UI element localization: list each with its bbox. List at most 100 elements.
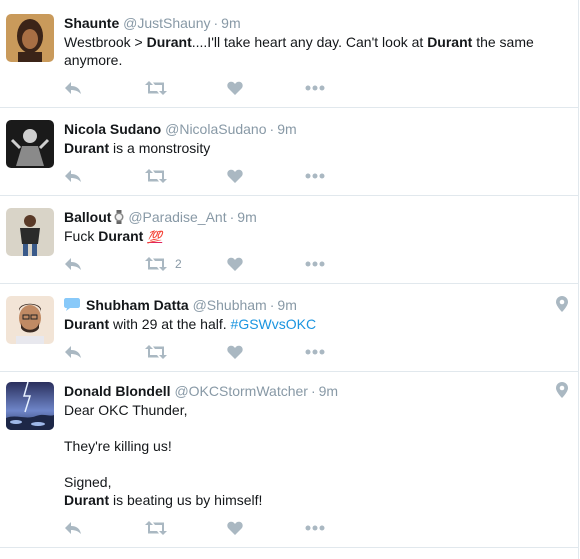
like-button[interactable] [227,168,243,184]
reply-button[interactable] [64,168,82,184]
highlight-keyword: Durant [64,140,110,156]
user-fullname[interactable]: Donald Blondell [64,383,171,399]
more-button[interactable] [305,168,325,184]
reply-icon [65,346,81,358]
tweet-text: Durant is a monstrosity [64,139,558,157]
more-button[interactable] [305,520,325,536]
text-fragment: is beating us by himself! [109,492,263,508]
retweet-button[interactable]: 2 [145,256,182,272]
retweet-button[interactable] [145,80,175,96]
timeline: Shaunte @JustShauny · 9m Westbrook > Duran… [0,0,579,559]
text-line: Signed, [64,474,112,490]
avatar[interactable] [6,296,54,344]
more-icon [305,349,325,355]
tweet-timestamp[interactable]: 9m [277,297,296,313]
heart-icon [227,81,243,95]
more-icon [305,525,325,531]
user-fullname[interactable]: Nicola Sudano [64,121,161,137]
reply-icon [65,258,81,270]
heart-icon [227,345,243,359]
tweet[interactable]: Shaunte @JustShauny · 9m Westbrook > Duran… [0,0,578,108]
tweet-timestamp[interactable]: 9m [237,209,256,225]
more-icon [305,261,325,267]
reply-icon [65,522,81,534]
avatar[interactable] [6,120,54,168]
highlight-keyword: Durant [98,228,144,244]
highlight-keyword: Durant [146,34,192,50]
like-button[interactable] [227,344,243,360]
tweet[interactable]: Ballout @Paradise_Ant · 9m Fuck Durant 💯 2 [0,196,578,284]
tweet[interactable]: Shubham Datta @Shubham · 9m Durant with 29… [0,284,578,372]
user-fullname[interactable]: Shaunte [64,15,119,31]
heart-icon [227,257,243,271]
speech-bubble-icon [64,298,80,311]
reply-button[interactable] [64,80,82,96]
separator-dot: · [269,121,275,137]
tweet-timestamp[interactable]: 9m [221,15,240,31]
user-handle[interactable]: @Paradise_Ant [128,209,226,225]
heart-icon [227,169,243,183]
tweet[interactable]: Donald Blondell @OKCStormWatcher · 9m Dear… [0,372,578,548]
like-button[interactable] [227,80,243,96]
watch-icon [114,210,124,224]
tweet-text: Westbrook > Durant....I'll take heart an… [64,33,558,69]
retweet-icon [145,345,167,359]
retweet-icon [145,169,167,183]
tweet-timestamp[interactable]: 9m [319,383,338,399]
retweet-icon [145,257,167,271]
text-fragment: with 29 at the half. [109,316,231,332]
user-handle[interactable]: @Shubham [193,297,267,313]
retweet-icon [145,81,167,95]
retweet-button[interactable] [145,520,175,536]
like-button[interactable] [227,256,243,272]
text-line-blank [64,455,558,473]
more-button[interactable] [305,344,325,360]
text-fragment: Fuck [64,228,99,244]
tweet[interactable]: Nicola Sudano @NicolaSudano · 9m Durant is… [0,108,578,196]
text-fragment: is a monstrosity [109,140,211,156]
separator-dot: · [310,383,316,399]
reply-icon [65,82,81,94]
highlight-keyword: Durant [64,492,110,508]
text-line: Dear OKC Thunder, [64,402,188,418]
avatar[interactable] [6,208,54,256]
reply-icon [65,170,81,182]
more-icon [305,173,325,179]
separator-dot: · [213,15,219,31]
hundred-points-emoji: 💯 [147,230,163,244]
user-handle[interactable]: @OKCStormWatcher [174,383,308,399]
user-handle[interactable]: @NicolaSudano [165,121,266,137]
text-fragment: Westbrook > [64,34,147,50]
tweet-text: Durant with 29 at the half. #GSWvsOKC [64,315,558,333]
more-icon [305,85,325,91]
text-line: They're killing us! [64,438,172,454]
reply-button[interactable] [64,344,82,360]
retweet-button[interactable] [145,344,175,360]
avatar[interactable] [6,382,54,430]
retweet-icon [145,521,167,535]
more-button[interactable] [305,80,325,96]
hashtag-link[interactable]: #GSWvsOKC [231,316,317,332]
location-pin-icon[interactable] [556,382,568,398]
highlight-keyword: Durant [64,316,110,332]
reply-button[interactable] [64,256,82,272]
location-pin-icon[interactable] [556,296,568,312]
tweet-text: Dear OKC Thunder, They're killing us! Si… [64,401,558,509]
text-line-blank [64,419,558,437]
highlight-keyword: Durant [427,34,473,50]
heart-icon [227,521,243,535]
separator-dot: · [269,297,275,313]
text-line: Durant is beating us by himself! [64,491,558,509]
tweet-timestamp[interactable]: 9m [277,121,296,137]
user-fullname[interactable]: Shubham Datta [86,297,189,313]
separator-dot: · [229,209,235,225]
retweet-count: 2 [175,257,182,271]
avatar[interactable] [6,14,54,62]
like-button[interactable] [227,520,243,536]
retweet-button[interactable] [145,168,175,184]
user-fullname[interactable]: Ballout [64,209,111,225]
more-button[interactable] [305,256,325,272]
reply-button[interactable] [64,520,82,536]
user-handle[interactable]: @JustShauny [123,15,210,31]
tweet-text: Fuck Durant 💯 [64,227,558,246]
